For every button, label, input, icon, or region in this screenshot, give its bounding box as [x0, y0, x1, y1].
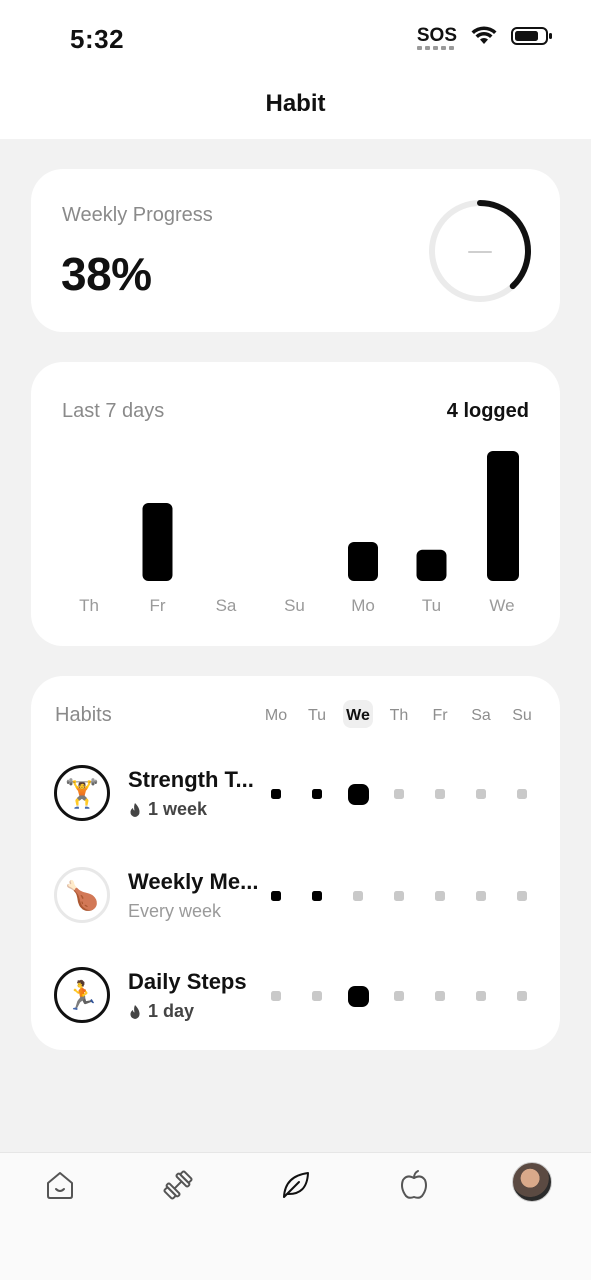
habit-day-marker[interactable] — [476, 789, 486, 799]
battery-icon — [511, 27, 552, 45]
bottom-nav — [0, 1152, 591, 1280]
sos-label: SOS — [416, 25, 457, 46]
wifi-icon — [471, 26, 497, 44]
tick-label-tu: Tu — [422, 596, 441, 615]
habits-label: Habits — [55, 704, 112, 726]
tick-label-su: Su — [284, 596, 305, 615]
weightlifter-emoji: 🏋️ — [54, 765, 110, 821]
day-header-fr: Fr — [432, 707, 448, 724]
nav-workouts[interactable] — [158, 1165, 198, 1205]
habit-row[interactable]: 🏃 Daily Steps 1 day — [31, 967, 560, 1047]
habit-day-marker[interactable] — [435, 891, 445, 901]
drumstick-emoji: 🍗 — [54, 867, 110, 923]
bar-tu — [416, 549, 447, 581]
runner-emoji: 🏃 — [54, 967, 110, 1023]
day-header-su: Su — [512, 707, 532, 724]
last-7-days-card[interactable]: Last 7 days 4 logged Th Fr Sa Su Mo Tu We — [31, 362, 560, 646]
weekly-progress-value: 38% — [61, 248, 152, 300]
habit-subtitle: Every week — [128, 901, 221, 922]
profile-avatar[interactable] — [512, 1162, 552, 1202]
nav-habit[interactable] — [276, 1165, 316, 1205]
day-header-th: Th — [389, 707, 409, 724]
habit-subtitle: 1 week — [128, 799, 207, 820]
habit-row[interactable]: 🍗 Weekly Me... Every week — [31, 867, 560, 947]
status-time: 5:32 — [70, 24, 125, 54]
tick-label-fr: Fr — [149, 596, 165, 615]
tick-label-we: We — [489, 596, 514, 615]
habit-day-marker[interactable] — [476, 891, 486, 901]
tick-label-th: Th — [79, 596, 99, 615]
habit-day-marker[interactable] — [517, 891, 527, 901]
weekly-progress-card[interactable]: Weekly Progress 38% — [31, 169, 560, 332]
sos-indicator: SOS — [416, 25, 457, 50]
habit-day-marker[interactable] — [353, 891, 363, 901]
bar-chart: Th Fr Sa Su Mo Tu We — [79, 451, 519, 615]
habit-day-marker[interactable] — [271, 991, 281, 1001]
day-header-sa: Sa — [471, 707, 491, 724]
habit-name: Strength T... — [128, 767, 254, 792]
leaf-icon — [283, 1172, 309, 1198]
progress-ring — [429, 200, 531, 302]
habit-row[interactable]: 🏋️ Strength T... 1 week — [31, 765, 560, 845]
habit-day-marker[interactable] — [271, 789, 281, 799]
day-header-we: We — [346, 707, 370, 724]
nav-nutrition[interactable] — [394, 1165, 434, 1205]
dumbbell-icon — [163, 1170, 193, 1200]
habit-day-marker[interactable] — [312, 991, 322, 1001]
habit-day-marker[interactable] — [271, 891, 281, 901]
habit-day-marker[interactable] — [312, 891, 322, 901]
tick-label-mo: Mo — [351, 596, 375, 615]
habit-name: Weekly Me... — [128, 869, 259, 894]
bar-mo — [348, 542, 378, 581]
status-icons: SOS — [416, 25, 553, 50]
flame-icon — [130, 1004, 140, 1019]
habit-day-marker[interactable] — [476, 991, 486, 1001]
habit-day-marker[interactable] — [312, 789, 322, 799]
home-icon — [47, 1172, 73, 1199]
habit-day-marker[interactable] — [435, 789, 445, 799]
habit-day-marker[interactable] — [394, 789, 404, 799]
day-header-tu: Tu — [307, 707, 327, 724]
habit-day-marker[interactable] — [394, 991, 404, 1001]
habit-day-marker[interactable] — [435, 991, 445, 1001]
nav-home[interactable] — [40, 1165, 80, 1205]
page-title: Habit — [265, 90, 326, 117]
habits-card: Habits Mo Tu We Th Fr Sa Su 🏋️ Strength T... 1 w… — [31, 676, 560, 1050]
bar-we — [487, 451, 519, 581]
habit-day-marker[interactable] — [347, 985, 369, 1007]
flame-icon — [130, 802, 140, 817]
habit-subtitle-text: Every week — [128, 901, 222, 921]
habit-day-marker[interactable] — [394, 891, 404, 901]
apple-icon — [401, 1170, 427, 1199]
habit-day-marker[interactable] — [517, 991, 527, 1001]
habit-subtitle-text: 1 day — [148, 1001, 195, 1021]
habit-day-marker[interactable] — [347, 783, 369, 805]
bar-fr — [142, 503, 173, 581]
habit-subtitle: 1 day — [128, 1001, 194, 1022]
weekly-progress-label: Weekly Progress — [62, 204, 213, 226]
day-header-mo: Mo — [264, 707, 288, 724]
tick-label-sa: Sa — [216, 596, 237, 615]
habit-day-marker[interactable] — [517, 789, 527, 799]
habit-name: Daily Steps — [128, 969, 247, 994]
habit-subtitle-text: 1 week — [148, 799, 208, 819]
top-bar: 5:32 SOS Habit — [0, 0, 591, 139]
